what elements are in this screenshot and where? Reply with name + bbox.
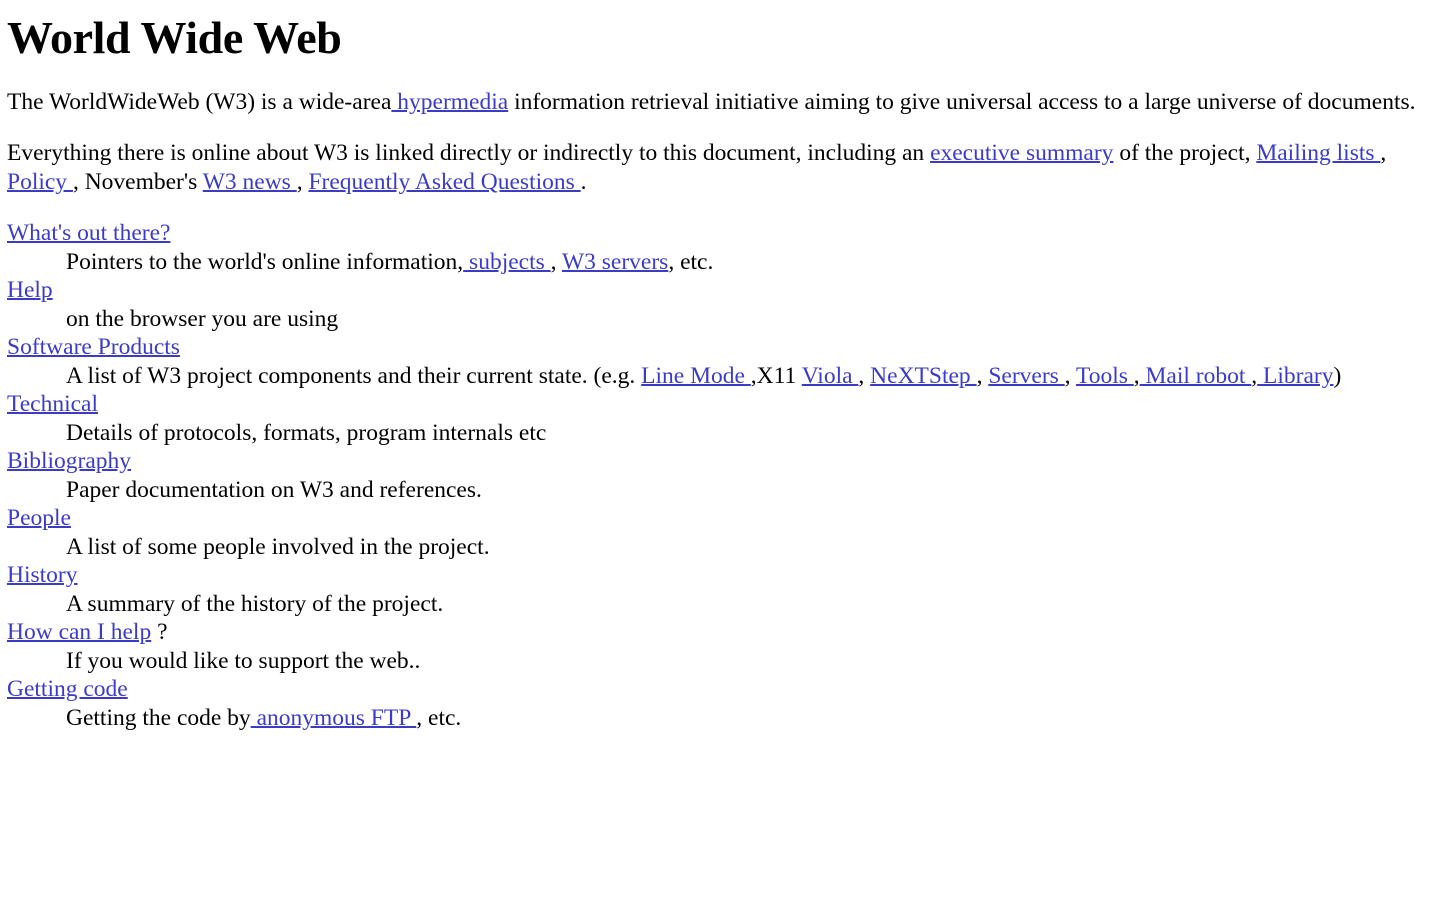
link-viola[interactable]: Viola [802,363,859,389]
entry-term-history: History [7,561,1450,590]
sep-2: , [976,362,989,389]
entry-desc-whats-out-there: Pointers to the world's online informati… [66,248,1450,277]
links-text-5: , [296,169,309,196]
link-how-can-i-help[interactable]: How can I help [7,619,151,645]
intro-text-before: The WorldWideWeb (W3) is a wide-area [7,89,392,116]
entry-desc-history: A summary of the history of the project. [66,590,444,617]
sep-1: , [858,362,871,389]
desc-text-end: ) [1333,362,1342,389]
entry-desc-people: A list of some people involved in the pr… [66,533,490,560]
entry-term-how-can-i-help: How can I help ? [7,618,1450,647]
links-text-1: Everything there is online about W3 is l… [7,140,931,167]
link-w3-servers[interactable]: W3 servers [562,249,668,275]
desc-text-1: Getting the code by [66,704,251,731]
links-text-2: of the project, [1113,140,1257,167]
entry-term-technical: Technical [7,390,1450,419]
link-people[interactable]: People [7,505,71,531]
link-technical[interactable]: Technical [7,391,98,417]
link-bibliography[interactable]: Bibliography [7,448,131,474]
site-index-list: What's out there? Pointers to the world'… [7,219,1450,732]
sep-3: , [1064,362,1076,389]
entry-desc-technical: Details of protocols, formats, program i… [66,419,547,446]
link-executive-summary[interactable]: executive summary [930,140,1113,166]
entry-desc-how-can-i-help: If you would like to support the web.. [66,647,421,674]
intro-paragraph: The WorldWideWeb (W3) is a wide-area hyp… [7,88,1450,117]
link-subjects[interactable]: subjects [463,249,550,275]
page-title: World Wide Web [7,12,342,63]
desc-text-2: , etc. [416,704,462,731]
entry-desc-getting-code: Getting the code by anonymous FTP , etc. [66,704,1450,733]
link-policy[interactable]: Policy [7,169,73,195]
link-whats-out-there[interactable]: What's out there? [7,220,170,246]
links-paragraph: Everything there is online about W3 is l… [7,139,1450,197]
links-text-4: , November's [72,169,203,196]
entry-desc-help: on the browser you are using [66,305,339,332]
desc-text-1: A list of W3 project components and thei… [66,362,642,389]
link-frequently-asked-questions[interactable]: Frequently Asked Questions [308,169,580,195]
desc-text-2: , [550,248,562,275]
entry-term-software-products: Software Products [7,333,1450,362]
document-body: World Wide Web The WorldWideWeb (W3) is … [0,0,1456,732]
link-hypermedia[interactable]: hypermedia [391,89,508,115]
entry-term-people: People [7,504,1450,533]
link-mail-robot[interactable]: Mail robot [1140,363,1252,389]
entry-desc-bibliography: Paper documentation on W3 and references… [66,476,482,503]
desc-text-1: Pointers to the world's online informati… [66,248,464,275]
links-text-3: , [1380,140,1387,167]
entry-term-help: Help [7,276,1450,305]
link-line-mode[interactable]: Line Mode [641,363,751,389]
link-servers[interactable]: Servers [988,363,1064,389]
intro-text-after: information retrieval initiative aiming … [508,89,1416,116]
link-history[interactable]: History [7,562,78,588]
sep-x11: ,X11 [750,362,802,389]
entry-term-whats-out-there: What's out there? [7,219,1450,248]
link-tools[interactable]: Tools [1076,363,1134,389]
entry-term-getting-code: Getting code [7,675,1450,704]
link-nextstep[interactable]: NeXTStep [870,363,976,389]
link-software-products[interactable]: Software Products [7,334,180,360]
desc-text-3: , etc. [668,248,714,275]
entry-desc-software-products: A list of W3 project components and thei… [66,362,1450,391]
term-suffix-question-mark: ? [151,619,168,646]
links-text-6: . [580,169,587,196]
entry-term-bibliography: Bibliography [7,447,1450,476]
link-getting-code[interactable]: Getting code [7,676,128,702]
link-anonymous-ftp[interactable]: anonymous FTP [251,705,417,731]
link-w3-news[interactable]: W3 news [203,169,297,195]
link-library[interactable]: Library [1257,363,1333,389]
link-mailing-lists[interactable]: Mailing lists [1256,140,1380,166]
link-help[interactable]: Help [7,277,53,303]
